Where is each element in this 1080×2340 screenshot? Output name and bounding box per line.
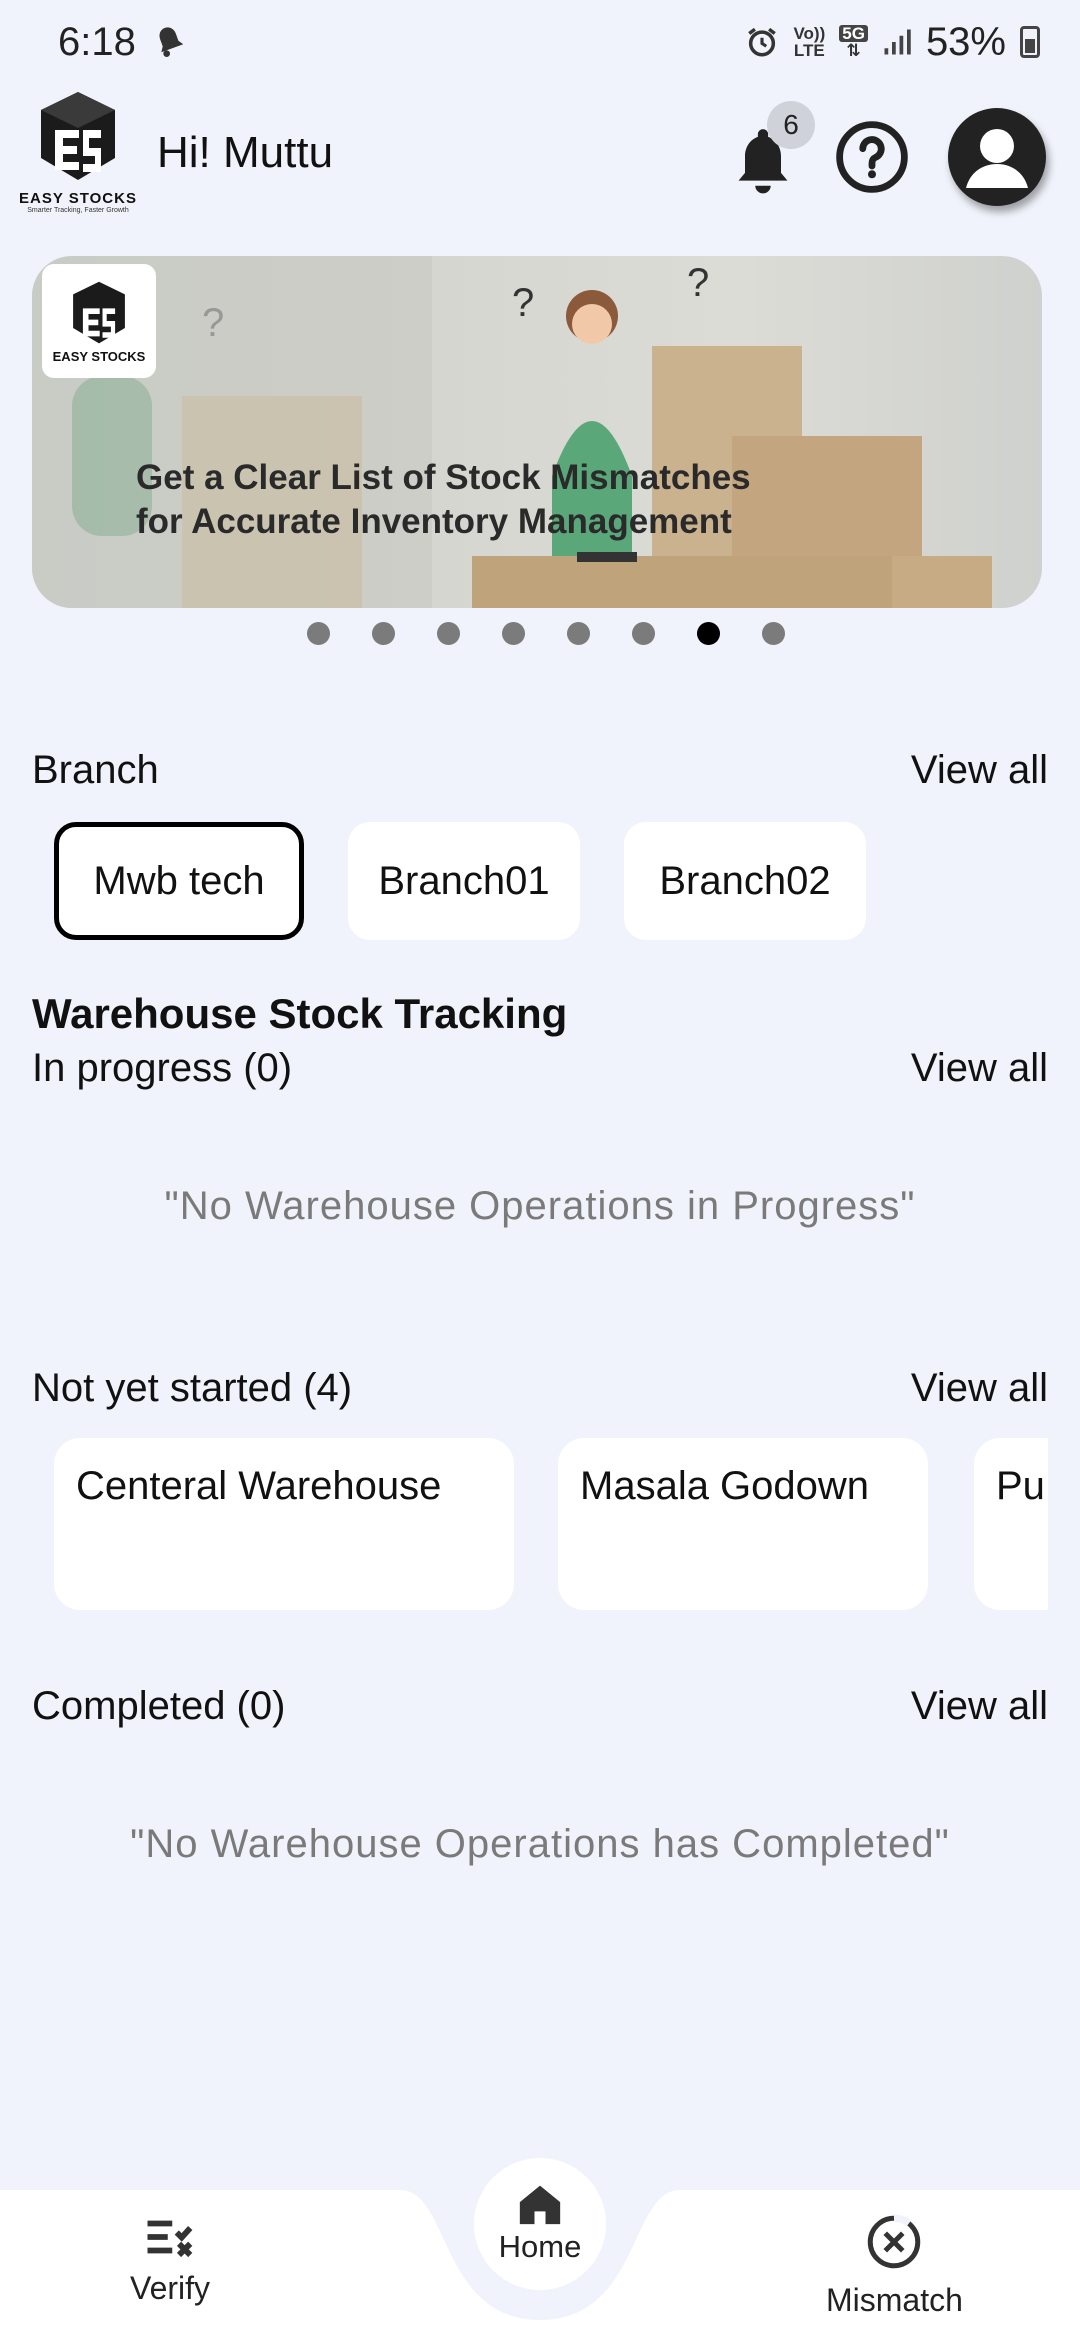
in-progress-view-all-link[interactable]: View all [911, 1046, 1048, 1091]
branch-chip-branch02[interactable]: Branch02 [624, 822, 866, 940]
greeting-text: Hi! Muttu [157, 128, 334, 177]
warehouse-card[interactable]: Pu [974, 1438, 1048, 1610]
branch-view-all-link[interactable]: View all [911, 748, 1048, 793]
svg-text:?: ? [202, 301, 224, 345]
carousel-dot[interactable] [632, 622, 655, 645]
tracking-title: Warehouse Stock Tracking [32, 990, 568, 1037]
not-started-view-all-link[interactable]: View all [911, 1366, 1048, 1411]
not-started-label: Not yet started (4) [32, 1366, 353, 1410]
logo-cube-icon [41, 92, 115, 180]
help-icon[interactable] [835, 120, 909, 194]
nav-verify[interactable]: Verify [130, 2214, 210, 2307]
carousel-dot[interactable] [372, 622, 395, 645]
completed-empty-message: "No Warehouse Operations has Completed" [130, 1822, 950, 1866]
branch-label: Branch [32, 748, 159, 792]
carousel-indicator [0, 622, 1080, 658]
in-progress-label: In progress (0) [32, 1046, 293, 1090]
nav-mismatch[interactable]: Mismatch [826, 2212, 963, 2319]
verify-icon [147, 2220, 193, 2258]
svg-text:?: ? [512, 281, 534, 325]
branch-chip-branch01[interactable]: Branch01 [348, 822, 580, 940]
not-started-card-list[interactable]: Centeral Warehouse Masala Godown Pu [0, 1438, 1048, 1612]
in-progress-empty-message: "No Warehouse Operations in Progress" [164, 1184, 916, 1228]
notification-count-badge: 6 [767, 101, 815, 149]
promo-banner[interactable]: ? ? ? EASY STOCKS Get a Clear List of St… [32, 256, 1042, 608]
app-header: EASY STOCKS Smarter Tracking, Faster Gro… [0, 86, 1080, 226]
profile-avatar-icon[interactable] [948, 108, 1046, 206]
mismatch-icon [868, 2214, 921, 2269]
banner-logo: EASY STOCKS [42, 264, 156, 378]
warehouse-card[interactable]: Masala Godown [558, 1438, 928, 1610]
completed-view-all-link[interactable]: View all [911, 1684, 1048, 1729]
app-logo: EASY STOCKS Smarter Tracking, Faster Gro… [12, 88, 144, 220]
nav-home-label: Home [498, 2229, 582, 2264]
status-bar: 6:18 Vo)) LTE 5G ⇅ 53% [0, 0, 1080, 84]
status-time: 6:18 [58, 19, 136, 64]
carousel-dot[interactable] [437, 622, 460, 645]
carousel-dot[interactable] [307, 622, 330, 645]
banner-headline: Get a Clear List of Stock Mismatches for… [136, 458, 751, 541]
completed-label: Completed (0) [32, 1684, 286, 1728]
battery-percent: 53% [925, 19, 1006, 64]
nav-home[interactable]: Home [474, 2158, 606, 2290]
signal-icon [882, 27, 912, 57]
nav-mismatch-label: Mismatch [826, 2282, 963, 2318]
carousel-dot[interactable] [567, 622, 590, 645]
5g-icon: 5G ⇅ [839, 25, 868, 59]
alarm-icon [745, 25, 779, 59]
carousel-dot[interactable] [502, 622, 525, 645]
svg-text:?: ? [687, 261, 709, 305]
banner-logo-cube-icon [73, 281, 125, 343]
carousel-dot[interactable] [762, 622, 785, 645]
home-icon [519, 2185, 561, 2225]
notification-silent-icon [150, 22, 190, 62]
nav-verify-label: Verify [130, 2270, 211, 2306]
warehouse-card[interactable]: Centeral Warehouse [54, 1438, 514, 1610]
carousel-dot-active[interactable] [697, 622, 720, 645]
branch-chip-mwb-tech[interactable]: Mwb tech [54, 822, 304, 940]
volte-icon: Vo)) LTE [793, 24, 826, 60]
battery-icon [1020, 26, 1040, 58]
banner-illustration: ? ? ? [32, 256, 992, 608]
